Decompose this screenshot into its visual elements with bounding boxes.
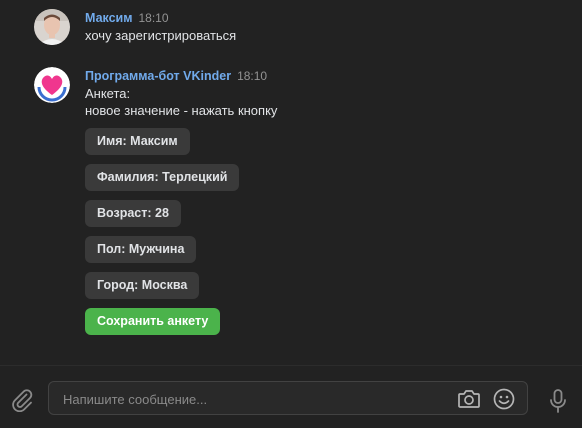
message-author[interactable]: Максим xyxy=(85,11,133,25)
keyboard-button-age[interactable]: Возраст: 28 xyxy=(85,200,181,227)
keyboard-button-surname[interactable]: Фамилия: Терлецкий xyxy=(85,164,240,191)
message-text-line: новое значение - нажать кнопку xyxy=(85,103,278,118)
paperclip-icon[interactable] xyxy=(10,388,34,412)
message-composer xyxy=(0,365,582,428)
message-text-line: Анкета: xyxy=(85,86,131,101)
save-profile-button[interactable]: Сохранить анкету xyxy=(85,308,221,335)
keyboard-button-city[interactable]: Город: Москва xyxy=(85,272,200,299)
message-time[interactable]: 18:10 xyxy=(237,69,267,83)
message-author[interactable]: Программа-бот VKinder xyxy=(85,69,231,83)
microphone-icon[interactable] xyxy=(546,388,570,414)
message-input-box xyxy=(48,381,528,416)
keyboard-button-gender[interactable]: Пол: Мужчина xyxy=(85,236,197,263)
avatar[interactable] xyxy=(34,67,70,103)
smile-icon[interactable] xyxy=(492,387,516,411)
message-time[interactable]: 18:10 xyxy=(139,11,169,25)
message-history: Максим 18:10 хочу зарегистрироваться Прог… xyxy=(0,0,582,365)
heart-logo-icon xyxy=(34,67,70,103)
avatar[interactable] xyxy=(34,9,70,45)
message-text: хочу зарегистрироваться xyxy=(85,28,237,43)
keyboard-button-name[interactable]: Имя: Максим xyxy=(85,128,190,155)
camera-icon[interactable] xyxy=(457,388,481,410)
message-input[interactable] xyxy=(61,382,445,416)
